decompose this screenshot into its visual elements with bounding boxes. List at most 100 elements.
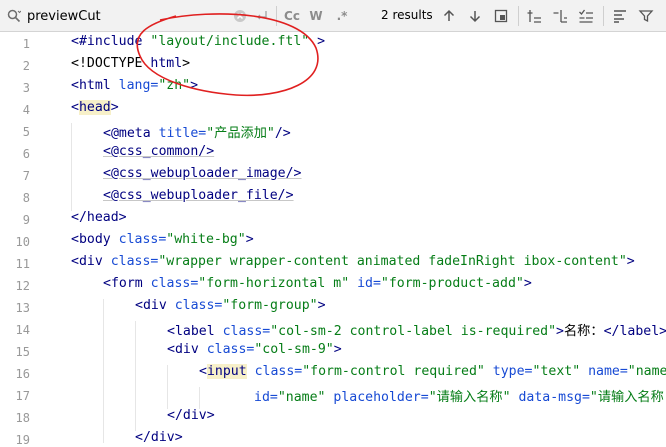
code-line-2[interactable]: <!DOCTYPE html>: [71, 56, 190, 71]
code-token: </label>: [603, 324, 666, 339]
code-line-6[interactable]: <@css_common/>: [103, 144, 214, 159]
code-token: lang=: [118, 78, 159, 93]
code-token: "产品添加": [206, 126, 275, 141]
line-number: 6: [22, 147, 30, 161]
code-token: <@meta: [103, 126, 159, 141]
filter-funnel-icon[interactable]: [638, 8, 654, 24]
code-token: <: [199, 364, 207, 379]
code-token: >: [523, 276, 532, 291]
code-token: "col-sm-9": [254, 342, 334, 357]
code-token: class=: [206, 342, 255, 357]
filter-search-results-icon[interactable]: [612, 8, 628, 24]
code-token: placeholder=: [325, 390, 429, 405]
code-line-8[interactable]: <@css_webuploader_file/>: [103, 188, 294, 203]
code-token: id=: [349, 276, 381, 291]
line-number: 3: [22, 81, 30, 95]
line-number: 19: [15, 433, 30, 447]
find-toolbar: Cc W .* 2 results: [0, 0, 666, 32]
search-input[interactable]: [27, 5, 237, 27]
select-all-occurrences-icon[interactable]: [578, 8, 594, 24]
code-token: html: [150, 56, 183, 71]
toolbar-separator: [276, 6, 277, 26]
code-token: >: [333, 342, 342, 357]
line-number: 2: [22, 59, 30, 73]
code-line-13[interactable]: <div class="form-group">: [135, 298, 326, 313]
code-line-10[interactable]: <body class="white-bg">: [71, 232, 254, 247]
indent-guide: [103, 299, 104, 443]
code-line-17[interactable]: id="name" placeholder="请输入名称" data-msg="…: [254, 386, 664, 405]
code-token: <div: [167, 342, 207, 357]
code-token: "layout/include.ftl": [150, 34, 310, 49]
code-line-14[interactable]: <label class="col-sm-2 control-label is-…: [167, 320, 666, 339]
whole-words-button[interactable]: W: [306, 6, 326, 26]
code-token: id=: [254, 390, 278, 405]
code-line-12[interactable]: <form class="form-horizontal m" id="form…: [103, 276, 532, 291]
code-line-4[interactable]: <head>: [71, 100, 119, 115]
indent-guide: [135, 321, 136, 431]
line-number: 14: [15, 323, 30, 337]
code-token: "name: [627, 364, 666, 379]
code-token: "white-bg": [166, 232, 246, 247]
code-token: >: [317, 298, 326, 313]
code-line-3[interactable]: <html lang="zh">: [71, 78, 198, 93]
line-number: 5: [22, 125, 30, 139]
code-line-15[interactable]: <div class="col-sm-9">: [167, 342, 342, 357]
code-token: />: [274, 126, 291, 141]
line-number-gutter: 1 2 3 4 5 6 7 8 9 10 11 12 13 14 15 16 17 18 19: [0, 32, 55, 447]
code-token: input: [206, 364, 247, 379]
code-token: </div>: [167, 408, 215, 423]
new-line-icon[interactable]: [254, 8, 270, 24]
open-in-window-icon[interactable]: [493, 8, 509, 24]
arrow-up-icon[interactable]: [441, 8, 457, 24]
code-token: type=: [484, 364, 533, 379]
add-occurrence-icon[interactable]: [526, 8, 542, 24]
code-line-9[interactable]: </head>: [71, 210, 127, 225]
code-token: class=: [150, 276, 199, 291]
code-token: <div: [135, 298, 175, 313]
line-number: 11: [15, 257, 30, 271]
code-token: class=: [174, 298, 223, 313]
code-token: "请输入名称: [589, 390, 664, 405]
code-token: "请输入名称": [428, 390, 511, 405]
regex-button[interactable]: .*: [332, 6, 352, 26]
code-token: >: [309, 34, 326, 49]
code-token: >: [110, 100, 119, 115]
code-token: "zh": [158, 78, 191, 93]
line-number: 7: [22, 169, 30, 183]
code-token: "name": [277, 390, 326, 405]
search-icon[interactable]: [7, 9, 21, 23]
line-number: 12: [15, 279, 30, 293]
code-token: </head>: [71, 210, 127, 225]
code-line-5[interactable]: <@meta title="产品添加"/>: [103, 122, 291, 141]
line-number: 10: [15, 235, 30, 249]
indent-guide: [167, 365, 168, 409]
match-case-button[interactable]: Cc: [282, 6, 302, 26]
code-line-16[interactable]: <input class="form-control required" typ…: [199, 364, 666, 379]
code-token: 名称：: [564, 324, 604, 339]
code-token: <: [71, 100, 79, 115]
line-number: 8: [22, 191, 30, 205]
clear-search-icon[interactable]: [232, 8, 248, 24]
line-number: 17: [15, 389, 30, 403]
code-line-1[interactable]: <#include "layout/include.ftl" >: [71, 34, 325, 49]
code-token: class=: [118, 232, 167, 247]
indent-guide: [71, 123, 72, 211]
code-line-11[interactable]: <div class="wrapper wrapper-content anim…: [71, 254, 635, 269]
code-line-7[interactable]: <@css_webuploader_image/>: [103, 166, 302, 181]
arrow-down-icon[interactable]: [467, 8, 483, 24]
code-token: class=: [222, 324, 271, 339]
code-token: "wrapper wrapper-content animated fadeIn…: [158, 254, 627, 269]
line-number: 15: [15, 345, 30, 359]
code-token: <#include: [71, 34, 151, 49]
code-line-18[interactable]: </div>: [167, 408, 215, 423]
code-token: "form-horizontal m": [198, 276, 350, 291]
code-token: <@css_common/>: [103, 144, 215, 159]
code-token: >: [556, 324, 564, 339]
code-token: <body: [71, 232, 119, 247]
code-token: "form-product-add": [380, 276, 524, 291]
code-token: "form-group": [222, 298, 318, 313]
remove-occurrence-icon[interactable]: [552, 8, 568, 24]
code-token: <@css_webuploader_image/>: [103, 166, 302, 181]
line-number: 13: [15, 301, 30, 315]
code-token: head: [78, 100, 111, 115]
